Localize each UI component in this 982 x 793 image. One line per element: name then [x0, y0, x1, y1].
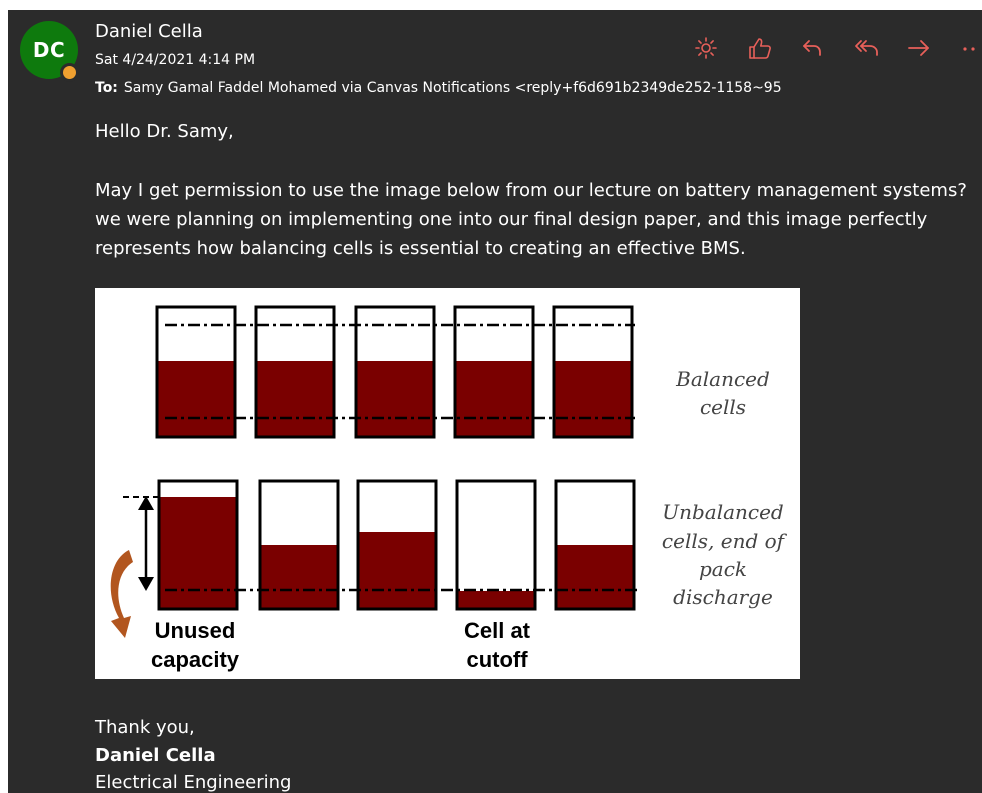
arrow-head-up	[138, 496, 154, 510]
reply-all-icon	[855, 40, 878, 56]
more-actions-button[interactable]	[959, 34, 979, 62]
reply-button[interactable]	[800, 34, 853, 62]
email-paragraph: May I get permission to use the image be…	[95, 180, 967, 259]
signature-title: Electrical Engineering	[95, 772, 292, 793]
unused-label-line2: capacity	[151, 647, 240, 672]
unbalanced-label-line3: pack	[699, 557, 747, 581]
recipient-line: To: Samy Gamal Faddel Mohamed via Canvas …	[95, 80, 782, 96]
forward-button[interactable]	[906, 34, 959, 62]
sent-date: Sat 4/24/2021 4:14 PM	[95, 52, 256, 68]
sign-off: Thank you,	[95, 717, 195, 738]
balanced-cell-1-charge	[158, 361, 234, 436]
unbalanced-cell-2-charge	[261, 545, 337, 608]
recipient-value[interactable]: Samy Gamal Faddel Mohamed via Canvas Not…	[124, 80, 782, 96]
unbalanced-cell-4-charge	[458, 591, 534, 608]
reading-pane: DC Daniel Cella Sat 4/24/2021 4:14 PM To…	[8, 10, 982, 793]
like-button[interactable]	[747, 34, 800, 62]
cutoff-label-line1: Cell at	[464, 618, 531, 643]
balanced-cell-5-charge	[555, 361, 631, 436]
signature-name: Daniel Cella	[95, 745, 216, 766]
cutoff-label-line2: cutoff	[466, 647, 528, 672]
sun-icon	[695, 37, 717, 59]
unbalanced-cell-5-charge	[557, 545, 633, 608]
unused-label-line1: Unused	[155, 618, 236, 643]
more-icon	[963, 47, 975, 51]
unbalanced-label-line2: cells, end of	[662, 529, 788, 553]
like-icon	[749, 38, 771, 59]
balanced-cell-3-charge	[357, 361, 433, 436]
balanced-cells-row	[155, 305, 635, 439]
message-actions-toolbar	[694, 34, 979, 62]
curved-arrow-icon	[110, 550, 133, 638]
unbalanced-label-line1: Unbalanced	[662, 500, 784, 524]
away-status-dot	[63, 66, 76, 79]
forward-icon	[908, 40, 929, 56]
unbalanced-cell-3-charge	[359, 532, 435, 608]
sender-name[interactable]: Daniel Cella	[95, 21, 203, 42]
unbalanced-label-line4: discharge	[673, 585, 773, 609]
arrow-head-down	[138, 577, 154, 591]
email-greeting: Hello Dr. Samy,	[95, 121, 234, 142]
battery-cells-diagram: Balanced cells Unbalanced cells, end of …	[110, 305, 788, 672]
unbalanced-cells-row	[110, 479, 640, 638]
balanced-label-line1: Balanced	[675, 367, 770, 391]
reply-icon	[803, 40, 821, 56]
embedded-image[interactable]: Balanced cells Unbalanced cells, end of …	[95, 288, 800, 679]
balanced-label-line2: cells	[700, 395, 746, 419]
presence-status-icon	[60, 63, 79, 82]
balanced-cell-4-charge	[456, 361, 532, 436]
sun-button[interactable]	[694, 34, 747, 62]
avatar-initials: DC	[32, 38, 66, 62]
balanced-cell-2-charge	[257, 361, 333, 436]
reply-all-button[interactable]	[853, 34, 906, 62]
to-label: To:	[95, 80, 118, 96]
